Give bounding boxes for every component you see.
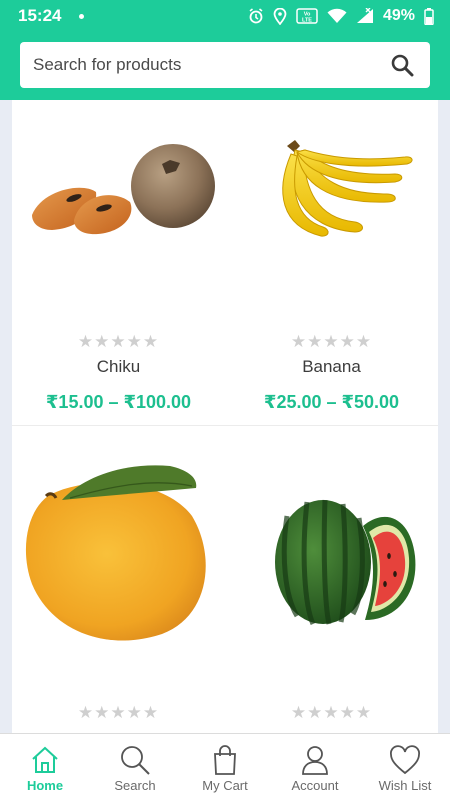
wifi-icon [327, 8, 347, 23]
mango-image[interactable] [12, 456, 225, 656]
product-name[interactable]: Chiku [12, 357, 225, 377]
nav-home[interactable]: Home [0, 734, 90, 800]
chiku-image[interactable] [12, 120, 225, 320]
alarm-icon [249, 8, 263, 24]
nav-home-label: Home [26, 778, 64, 793]
product-row: ★★★★★ ★★★★★ [12, 426, 438, 733]
nav-cart[interactable]: My Cart [180, 734, 270, 800]
watermelon-image[interactable] [225, 456, 438, 656]
product-row: ★★★★★ Chiku ₹15.00 – ₹100.00 ★★★★★ Banan… [12, 100, 438, 426]
home-icon[interactable] [30, 745, 60, 775]
battery-percentage: 49% [382, 7, 415, 24]
search-icon[interactable] [119, 745, 151, 775]
rating-stars: ★★★★★ [77, 703, 160, 722]
status-bar: 15:24 Vo LTE 49% [0, 0, 450, 32]
rating-stars: ★★★★★ [77, 332, 160, 351]
nav-search[interactable]: Search [90, 734, 180, 800]
nav-search-label: Search [114, 778, 156, 793]
search-bar[interactable] [20, 42, 430, 88]
product-name[interactable]: Banana [225, 357, 438, 377]
product-card-banana[interactable]: ★★★★★ Banana ₹25.00 – ₹50.00 [225, 100, 438, 425]
search-input[interactable] [33, 55, 373, 75]
product-price: ₹15.00 – ₹100.00 [45, 392, 192, 412]
location-icon [273, 7, 287, 25]
notification-dot-icon [79, 13, 85, 19]
heart-icon[interactable] [389, 745, 421, 775]
product-card-chiku[interactable]: ★★★★★ Chiku ₹15.00 – ₹100.00 [12, 100, 225, 425]
svg-text:LTE: LTE [302, 18, 312, 24]
rating-stars: ★★★★★ [290, 332, 373, 351]
product-card-mango[interactable]: ★★★★★ [12, 426, 225, 733]
battery-icon [424, 7, 434, 25]
banana-image[interactable] [225, 120, 438, 320]
user-icon[interactable] [301, 745, 329, 775]
nav-account[interactable]: Account [270, 734, 360, 800]
product-price: ₹25.00 – ₹50.00 [263, 392, 400, 412]
nav-account-label: Account [291, 778, 339, 793]
bottom-navigation: Home Search My Cart Account Wish List [0, 733, 450, 800]
product-grid: ★★★★★ Chiku ₹15.00 – ₹100.00 ★★★★★ Banan… [12, 100, 438, 733]
shopping-bag-icon[interactable] [212, 745, 238, 775]
app-header: 15:24 Vo LTE 49% [0, 0, 450, 100]
product-card-watermelon[interactable]: ★★★★★ [225, 426, 438, 733]
nav-cart-label: My Cart [202, 778, 248, 793]
rating-stars: ★★★★★ [290, 703, 373, 722]
nav-wishlist-label: Wish List [378, 778, 432, 793]
status-time: 15:24 [18, 6, 62, 25]
nav-wishlist[interactable]: Wish List [360, 734, 450, 800]
search-icon[interactable] [390, 53, 414, 77]
volte-icon: VoLTE [296, 8, 318, 24]
signal-icon [356, 8, 373, 23]
